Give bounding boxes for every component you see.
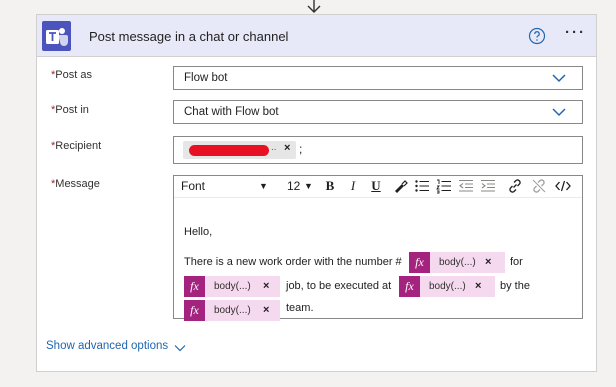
message-editor[interactable]: Font ▼ 12 ▼ B I U Hello, There is a new … — [173, 175, 583, 321]
post-in-label: *Post in — [51, 104, 89, 116]
remove-token-icon[interactable]: × — [263, 300, 269, 321]
fx-icon: fx — [399, 276, 420, 297]
token-label: body(...) — [420, 276, 495, 297]
message-line-2: job, to be executed at — [286, 280, 392, 292]
redacted-recipient — [189, 145, 269, 156]
recipient-overflow: .. — [271, 142, 277, 153]
dynamic-token[interactable]: fx body(...) × — [409, 252, 505, 273]
card-header[interactable]: Post message in a chat or channel ··· — [37, 15, 596, 57]
recipient-token[interactable]: .. × — [183, 141, 296, 159]
post-in-dropdown[interactable]: Chat with Flow bot — [173, 100, 583, 124]
recipient-label-text: Recipient — [55, 140, 102, 152]
message-label-text: Message — [55, 178, 100, 190]
message-line-2-end: by the — [500, 280, 530, 292]
rich-text-toolbar: Font ▼ 12 ▼ B I U — [174, 176, 582, 198]
code-view-icon[interactable] — [555, 178, 571, 194]
dynamic-token[interactable]: fx body(...) × — [184, 276, 280, 297]
message-label: *Message — [51, 178, 100, 190]
fx-icon: fx — [184, 276, 205, 297]
fx-icon: fx — [184, 300, 205, 321]
post-as-label-text: Post as — [55, 69, 92, 81]
numbered-list-icon[interactable] — [436, 178, 452, 194]
underline-button[interactable]: U — [368, 178, 384, 194]
flow-arrow-down-icon — [307, 0, 321, 13]
decrease-indent-icon[interactable] — [458, 178, 474, 194]
message-line-3: team. — [286, 302, 314, 314]
remove-token-icon[interactable]: × — [475, 276, 481, 297]
chevron-down-icon[interactable] — [174, 344, 186, 352]
highlight-icon[interactable] — [392, 178, 408, 194]
message-greeting: Hello, — [184, 226, 213, 238]
ellipsis-icon[interactable]: ··· — [565, 24, 586, 41]
link-icon[interactable] — [507, 178, 523, 194]
post-as-value: Flow bot — [184, 72, 228, 84]
bullet-list-icon[interactable] — [414, 178, 430, 194]
teams-logo-icon — [42, 21, 71, 51]
recipient-field[interactable]: .. × ; — [173, 136, 583, 164]
action-card: Post message in a chat or channel ··· *P… — [36, 14, 597, 372]
dynamic-token[interactable]: fx body(...) × — [399, 276, 495, 297]
bold-button[interactable]: B — [322, 178, 338, 194]
post-as-dropdown[interactable]: Flow bot — [173, 66, 583, 90]
remove-token-icon[interactable]: × — [263, 276, 269, 297]
card-title: Post message in a chat or channel — [89, 29, 289, 44]
font-caret-icon[interactable]: ▼ — [259, 181, 268, 191]
post-as-label: *Post as — [51, 69, 92, 81]
font-select[interactable]: Font — [181, 179, 205, 193]
chevron-down-icon — [552, 108, 566, 117]
token-label: body(...) — [430, 252, 505, 273]
message-line-1: There is a new work order with the numbe… — [184, 256, 402, 268]
post-in-value: Chat with Flow bot — [184, 106, 279, 118]
increase-indent-icon[interactable] — [480, 178, 496, 194]
recipient-label: *Recipient — [51, 140, 101, 152]
dynamic-token[interactable]: fx body(...) × — [184, 300, 280, 321]
question-circle-icon[interactable] — [528, 27, 546, 45]
unlink-icon[interactable] — [531, 178, 547, 194]
remove-token-icon[interactable]: × — [485, 252, 491, 273]
font-size-caret-icon[interactable]: ▼ — [304, 181, 313, 191]
fx-icon: fx — [409, 252, 430, 273]
recipient-separator: ; — [299, 142, 303, 156]
font-size-select[interactable]: 12 — [287, 179, 300, 193]
show-advanced-options-link[interactable]: Show advanced options — [46, 340, 168, 352]
post-in-label-text: Post in — [55, 104, 89, 116]
remove-recipient-icon[interactable]: × — [284, 142, 290, 154]
chevron-down-icon — [552, 74, 566, 83]
message-line-1-after: for — [510, 256, 523, 268]
italic-button[interactable]: I — [345, 178, 361, 194]
